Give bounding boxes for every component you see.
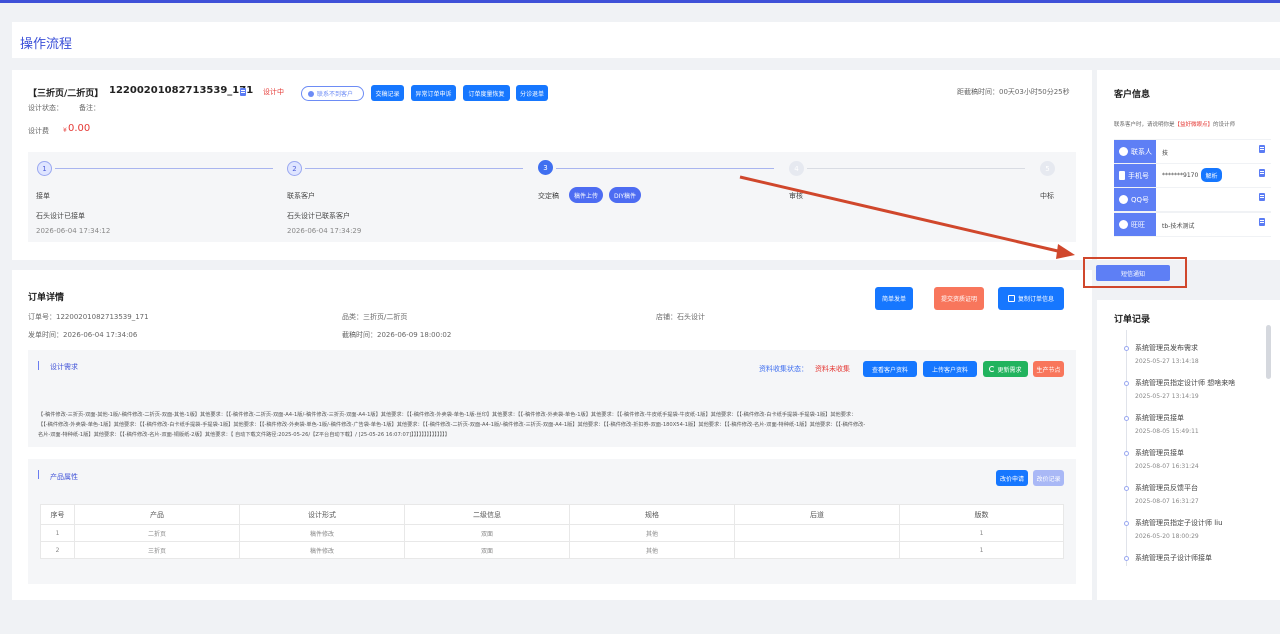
annotation-arrow (739, 175, 1075, 259)
arrow-shaft (739, 175, 1063, 254)
arrow-head (1056, 244, 1075, 259)
